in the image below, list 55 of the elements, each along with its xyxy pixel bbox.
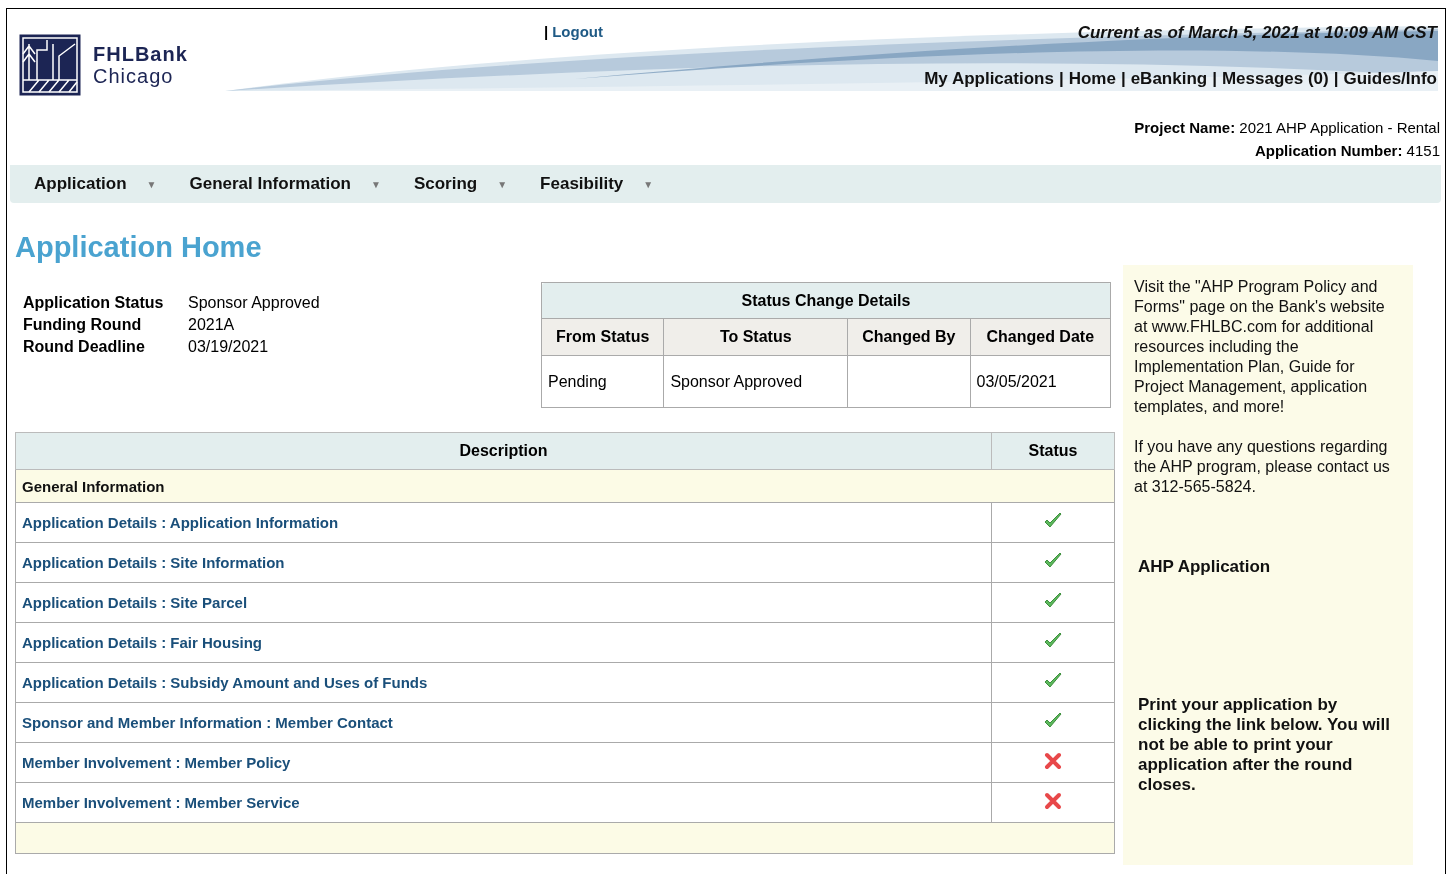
brand-city: Chicago [93, 65, 175, 87]
column-header: Status [991, 432, 1115, 470]
field-label: Round Deadline [23, 338, 146, 356]
project-info-text: Project Name: 2021 AHP Application - Rental [1134, 119, 1440, 136]
menu-item[interactable]: Feasibility ▼ [540, 174, 654, 194]
nav-link[interactable]: Messages (0) [1221, 69, 1329, 89]
table-cell: Sponsor Approved [663, 355, 848, 408]
brand-name: FHLBank [93, 43, 188, 65]
info-paragraph: Visit the "AHP Program Policy and Forms" page on the Bank's website at www.FHLBC.com for additional resources including the Implementation Plan, Guide for Project Management, application templates, and more! [1134, 277, 1386, 417]
caret-icon: ▼ [146, 178, 157, 190]
section-link[interactable]: Application Details : Site Parcel [22, 594, 248, 611]
field-label: Application Status [23, 294, 165, 312]
column-header: From Status [541, 318, 664, 356]
menu-item[interactable]: General Information ▼ [189, 174, 381, 194]
current-as-of-text: Current as of March 5, 2021 at 10:09 AM CST [1077, 23, 1437, 43]
section-link[interactable]: Sponsor and Member Information : Member Contact [22, 714, 393, 731]
nav-link[interactable]: My Applications [924, 69, 1054, 89]
nav-link[interactable]: Home [1068, 69, 1116, 89]
caret-icon: ▼ [371, 178, 381, 190]
print-note: Print your application by clicking the link below. You will not be able to print your application after the round closes. [1138, 695, 1391, 795]
column-header: Description [15, 432, 992, 470]
field-value: 2021A [188, 316, 236, 334]
nav-link[interactable]: Guides/Info [1343, 69, 1437, 89]
caret-icon: ▼ [497, 178, 508, 190]
menu-item[interactable]: Application ▼ [34, 174, 157, 194]
table-cell: 03/05/2021 [970, 355, 1111, 408]
info-paragraph: If you have any questions regarding the AHP program, please contact us at 312-565-5824. [1134, 437, 1391, 497]
menu-item[interactable]: Scoring ▼ [413, 174, 508, 194]
page-title: Application Home [15, 230, 263, 265]
table-cell: Pending [541, 355, 664, 408]
separator-text: | [1058, 69, 1064, 89]
section-link[interactable]: Member Involvement : Member Policy [22, 754, 291, 771]
section-link[interactable]: Application Details : Site Information [22, 554, 285, 571]
project-info-text: Application Number: 4151 [1254, 142, 1440, 159]
nav-link[interactable]: eBanking [1130, 69, 1208, 89]
caret-icon: ▼ [643, 178, 654, 190]
logo-icon [19, 34, 81, 96]
section-row: General Information [15, 469, 1115, 503]
separator-text: | [1333, 69, 1339, 89]
field-value: 03/19/2021 [188, 338, 270, 356]
column-header: Changed By [847, 318, 970, 356]
section-link[interactable]: Member Involvement : Member Service [22, 794, 300, 811]
panel-heading: AHP Application [1138, 557, 1272, 577]
section-link[interactable]: Application Details : Fair Housing [22, 634, 263, 651]
field-label: Funding Round [23, 316, 143, 334]
table-title: Status Change Details [541, 282, 1111, 319]
column-header: Changed Date [970, 318, 1111, 356]
separator-text: | [1120, 69, 1126, 89]
field-value: Sponsor Approved [188, 294, 320, 312]
section-link[interactable]: Application Details : Application Information [22, 514, 339, 531]
separator-text: | [544, 23, 549, 40]
logout-link[interactable]: Logout [552, 23, 603, 40]
column-header: To Status [663, 318, 848, 356]
separator-text: | [1212, 69, 1217, 89]
section-link[interactable]: Application Details : Subsidy Amount and Uses of Funds [22, 674, 428, 691]
